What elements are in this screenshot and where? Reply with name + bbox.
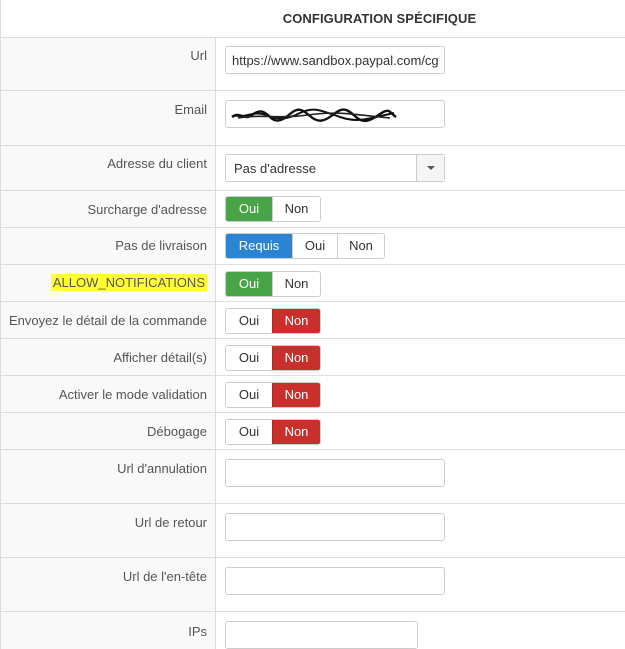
label-address-override: Surcharge d'adresse <box>87 202 207 217</box>
row-email: Email <box>1 91 625 146</box>
row-cancel-url: Url d'annulation <box>1 450 625 504</box>
row-header-url: Url de l'en-tête <box>1 558 625 612</box>
row-url: Url <box>1 38 625 91</box>
label-client-address: Adresse du client <box>107 156 207 171</box>
send-order-detail-toggle: Oui Non <box>225 308 321 334</box>
header-url-input[interactable] <box>225 567 445 595</box>
label-email: Email <box>174 102 207 117</box>
row-allow-notifications: ALLOW_NOTIFICATIONS Oui Non <box>1 265 625 302</box>
select-dropdown-button[interactable] <box>416 155 444 181</box>
debug-yes[interactable]: Oui <box>226 420 272 444</box>
row-validation-mode: Activer le mode validation Oui Non <box>1 376 625 413</box>
label-show-details: Afficher détail(s) <box>113 350 207 365</box>
no-shipping-no[interactable]: Non <box>337 234 384 258</box>
panel-header: CONFIGURATION SPÉCIFIQUE <box>1 0 625 38</box>
ips-input[interactable] <box>225 621 418 649</box>
label-cancel-url: Url d'annulation <box>117 461 207 476</box>
no-shipping-required[interactable]: Requis <box>226 234 292 258</box>
panel-title: CONFIGURATION SPÉCIFIQUE <box>282 11 477 26</box>
address-override-no[interactable]: Non <box>272 197 320 221</box>
debug-no[interactable]: Non <box>272 420 320 444</box>
chevron-down-icon <box>427 166 435 170</box>
redacted-scribble-icon <box>231 108 397 123</box>
validation-mode-toggle: Oui Non <box>225 382 321 408</box>
debug-toggle: Oui Non <box>225 419 321 445</box>
row-debug: Débogage Oui Non <box>1 413 625 450</box>
return-url-input[interactable] <box>225 513 445 541</box>
row-ips: IPs <box>1 612 625 649</box>
label-url: Url <box>190 48 207 63</box>
show-details-toggle: Oui Non <box>225 345 321 371</box>
allow-notifications-toggle: Oui Non <box>225 271 321 297</box>
validation-mode-no[interactable]: Non <box>272 383 320 407</box>
cancel-url-input[interactable] <box>225 459 445 487</box>
email-input[interactable] <box>225 100 445 128</box>
url-input[interactable] <box>225 46 445 74</box>
show-details-no[interactable]: Non <box>272 346 320 370</box>
row-show-details: Afficher détail(s) Oui Non <box>1 339 625 376</box>
row-send-order-detail: Envoyez le détail de la commande Oui Non <box>1 302 625 339</box>
row-client-address: Adresse du client Pas d'adresse <box>1 146 625 191</box>
label-debug: Débogage <box>147 424 207 439</box>
client-address-selected: Pas d'adresse <box>234 161 316 176</box>
validation-mode-yes[interactable]: Oui <box>226 383 272 407</box>
show-details-yes[interactable]: Oui <box>226 346 272 370</box>
allow-notifications-no[interactable]: Non <box>272 272 320 296</box>
no-shipping-yes[interactable]: Oui <box>292 234 337 258</box>
address-override-yes[interactable]: Oui <box>226 197 272 221</box>
row-return-url: Url de retour <box>1 504 625 558</box>
allow-notifications-yes[interactable]: Oui <box>226 272 272 296</box>
client-address-select[interactable]: Pas d'adresse <box>225 154 445 182</box>
label-return-url: Url de retour <box>134 515 207 530</box>
label-header-url: Url de l'en-tête <box>122 569 207 584</box>
label-validation-mode: Activer le mode validation <box>58 387 207 402</box>
row-no-shipping: Pas de livraison Requis Oui Non <box>1 228 625 265</box>
no-shipping-toggle: Requis Oui Non <box>225 233 385 259</box>
send-order-detail-no[interactable]: Non <box>272 309 320 333</box>
send-order-detail-yes[interactable]: Oui <box>226 309 272 333</box>
label-allow-notifications: ALLOW_NOTIFICATIONS <box>50 274 207 291</box>
config-panel: CONFIGURATION SPÉCIFIQUE Url Email Adres… <box>0 0 625 649</box>
address-override-toggle: Oui Non <box>225 196 321 222</box>
label-ips: IPs <box>188 624 207 639</box>
row-address-override: Surcharge d'adresse Oui Non <box>1 191 625 228</box>
label-no-shipping: Pas de livraison <box>115 238 207 253</box>
label-send-order-detail: Envoyez le détail de la commande <box>8 313 207 328</box>
